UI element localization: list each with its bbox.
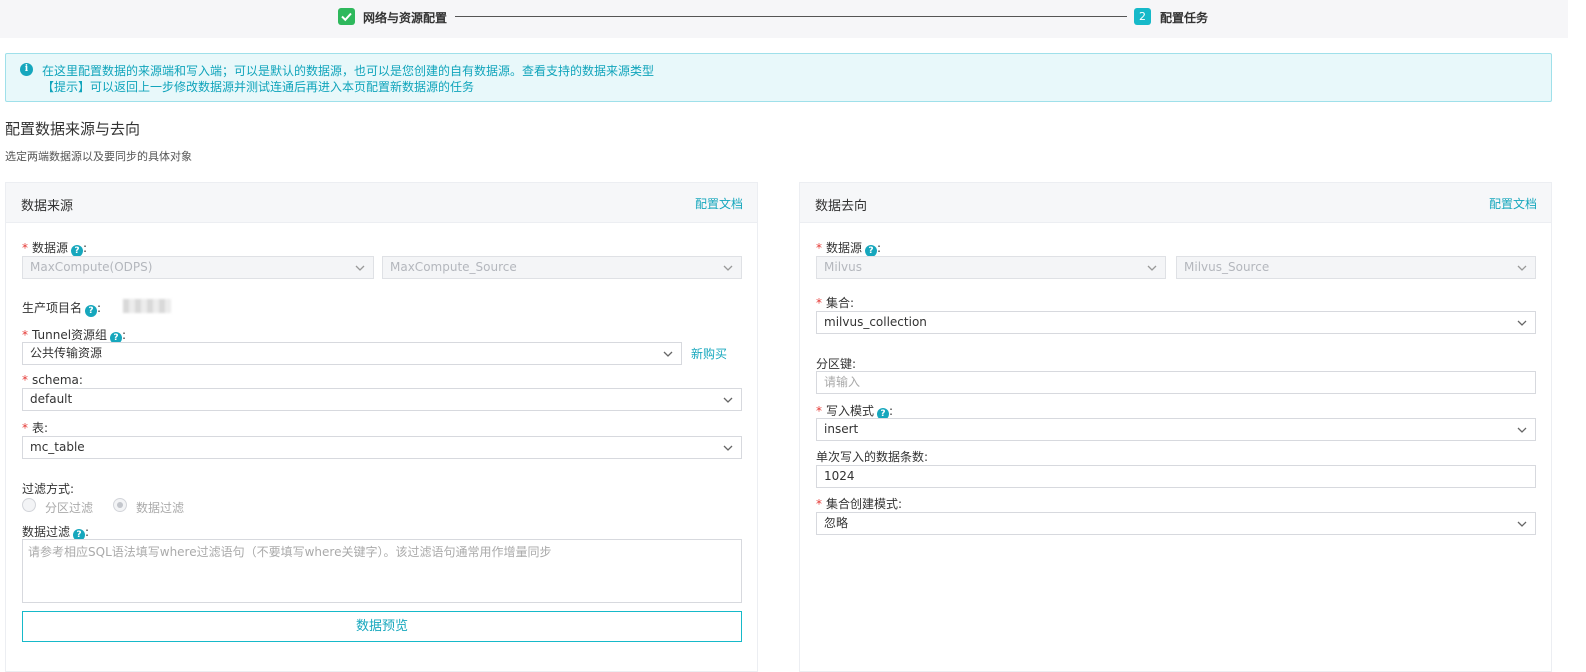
partition-key-input[interactable]: 请输入 bbox=[816, 371, 1536, 394]
step-2-label: 配置任务 bbox=[1160, 11, 1209, 25]
collection-label: * 集合: bbox=[816, 296, 855, 310]
banner-line-2: 【提示】可以返回上一步修改数据源并测试连通后再进入本页配置新数据源的任务 bbox=[42, 80, 475, 94]
step-1-label[interactable]: 网络与资源配置 bbox=[363, 9, 447, 26]
source-datasource-type-select[interactable]: MaxCompute(ODPS) bbox=[22, 256, 374, 279]
source-datasource-label: * 数据源?: bbox=[22, 241, 88, 257]
write-mode-select[interactable]: insert bbox=[816, 418, 1536, 441]
chevron-down-icon bbox=[663, 351, 673, 357]
chevron-down-icon bbox=[1517, 320, 1527, 326]
info-icon: i bbox=[20, 63, 33, 76]
target-datasource-label: * 数据源?: bbox=[816, 241, 882, 257]
project-name-label: 生产项目名?: bbox=[22, 301, 102, 317]
source-doc-link[interactable]: 配置文档 bbox=[695, 195, 743, 212]
section-title: 配置数据来源与去向 bbox=[5, 120, 141, 138]
source-datasource-name-select[interactable]: MaxCompute_Source bbox=[382, 256, 742, 279]
batch-size-label: 单次写入的数据条数: bbox=[816, 450, 929, 464]
create-mode-select[interactable]: 忽略 bbox=[816, 512, 1536, 535]
chevron-down-icon bbox=[1517, 265, 1527, 271]
schema-select[interactable]: default bbox=[22, 388, 742, 411]
create-mode-label: * 集合创建模式: bbox=[816, 497, 903, 511]
schema-label: * schema: bbox=[22, 373, 83, 387]
section-description: 选定两端数据源以及要同步的具体对象 bbox=[5, 150, 192, 163]
data-filter-textarea[interactable]: 请参考相应SQL语法填写where过滤语句（不要填写where关键字）。该过滤语… bbox=[22, 539, 742, 603]
collection-select[interactable]: milvus_collection bbox=[816, 311, 1536, 334]
target-doc-link[interactable]: 配置文档 bbox=[1489, 195, 1537, 212]
radio-partition-filter[interactable] bbox=[22, 498, 36, 512]
chevron-down-icon bbox=[355, 265, 365, 271]
chevron-down-icon bbox=[723, 397, 733, 403]
batch-size-input[interactable]: 1024 bbox=[816, 465, 1536, 488]
chevron-down-icon bbox=[1147, 265, 1157, 271]
banner-line-1: 在这里配置数据的来源端和写入端；可以是默认的数据源，也可以是您创建的自有数据源。… bbox=[42, 64, 655, 78]
chevron-down-icon bbox=[723, 265, 733, 271]
tunnel-resource-select[interactable]: 公共传输资源 bbox=[22, 342, 682, 365]
source-card-header: 数据来源 配置文档 bbox=[6, 183, 757, 223]
target-datasource-type-select[interactable]: Milvus bbox=[816, 256, 1166, 279]
chevron-down-icon bbox=[723, 445, 733, 451]
target-datasource-name-select[interactable]: Milvus_Source bbox=[1176, 256, 1536, 279]
help-icon[interactable]: ? bbox=[85, 305, 98, 317]
target-card-header: 数据去向 配置文档 bbox=[800, 183, 1551, 223]
data-preview-button[interactable]: 数据预览 bbox=[22, 611, 742, 642]
project-name-value-redacted bbox=[123, 299, 171, 313]
chevron-down-icon bbox=[1517, 521, 1527, 527]
tunnel-buy-link[interactable]: 新购买 bbox=[691, 345, 727, 362]
target-card-title: 数据去向 bbox=[815, 199, 868, 214]
step-connector bbox=[455, 16, 1127, 17]
radio-partition-filter-label: 分区过滤 bbox=[45, 501, 94, 515]
step-2-number: 2 bbox=[1134, 8, 1151, 25]
radio-data-filter-label: 数据过滤 bbox=[136, 501, 185, 515]
info-banner: i 在这里配置数据的来源端和写入端；可以是默认的数据源，也可以是您创建的自有数据… bbox=[5, 53, 1552, 102]
filter-mode-label: 过滤方式: bbox=[22, 482, 75, 496]
radio-data-filter[interactable] bbox=[113, 498, 127, 512]
table-select[interactable]: mc_table bbox=[22, 436, 742, 459]
source-card: 数据来源 配置文档 * 数据源?: MaxCompute(ODPS) MaxCom… bbox=[5, 182, 758, 672]
chevron-down-icon bbox=[1517, 427, 1527, 433]
source-card-title: 数据来源 bbox=[21, 199, 74, 214]
table-label: * 表: bbox=[22, 421, 49, 435]
steps-bar: 网络与资源配置 2 配置任务 bbox=[0, 0, 1568, 38]
step-done-check-icon bbox=[338, 8, 355, 25]
partition-key-label: 分区键: bbox=[816, 357, 857, 371]
target-card: 数据去向 配置文档 * 数据源?: Milvus Milvus_Source * 集… bbox=[799, 182, 1552, 672]
